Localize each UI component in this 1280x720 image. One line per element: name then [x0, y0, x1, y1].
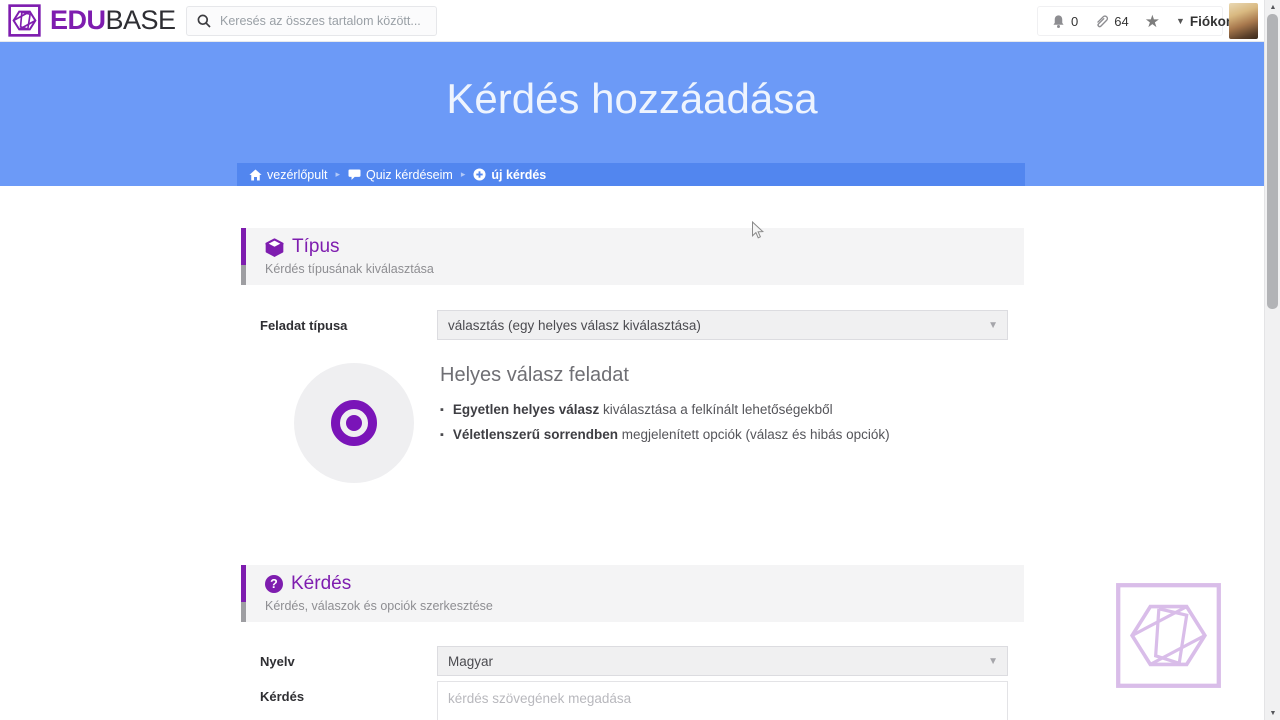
breadcrumb-label: Quiz kérdéseim [365, 167, 453, 182]
section-subtitle: Kérdés típusának kiválasztása [265, 262, 434, 276]
brand-wordmark[interactable]: EDUBASE [50, 5, 176, 36]
language-label: Nyelv [260, 654, 295, 669]
brand-base: BASE [105, 5, 177, 35]
section-title: Típus [292, 236, 340, 257]
breadcrumb-label: vezérlőpult [267, 167, 328, 182]
page-scrollbar: ▲ ▼ [1264, 0, 1280, 720]
select-caret-icon: ▼ [988, 655, 998, 667]
type-info: Helyes válasz feladat Egyetlen helyes vá… [241, 363, 1024, 483]
scrollbar-down-arrow[interactable]: ▼ [1265, 707, 1280, 719]
task-type-value: választás (egy helyes válasz kiválasztás… [448, 317, 701, 333]
brand-edu: EDU [50, 5, 106, 35]
app-header: EDUBASE 0 64 ★ ▼ Fiókom [0, 0, 1264, 42]
section-subtitle: Kérdés, válaszok és opciók szerkesztése [265, 599, 493, 613]
select-caret-icon: ▼ [988, 319, 998, 331]
global-search [186, 6, 437, 36]
page-title: Kérdés hozzáadása [446, 75, 818, 122]
header-nav-group: 0 64 ★ ▼ Fiókom [1037, 6, 1238, 36]
task-type-select[interactable]: választás (egy helyes válasz kiválasztás… [437, 310, 1008, 340]
breadcrumb: vezérlőpult ▸ Quiz kérdéseim ▸ új kérdés [237, 163, 1025, 186]
breadcrumb-dashboard[interactable]: vezérlőpult [249, 168, 327, 182]
edubase-watermark-logo [1116, 583, 1221, 688]
scrollbar-thumb[interactable] [1267, 14, 1278, 309]
language-select[interactable]: Magyar ▼ [437, 646, 1008, 676]
plus-circle-icon [473, 168, 486, 181]
section-title: Kérdés [291, 573, 352, 594]
star-icon: ★ [1144, 11, 1160, 31]
section-type: Típus Kérdés típusának kiválasztása Fela… [241, 228, 1024, 483]
breadcrumb-label: új kérdés [491, 167, 547, 182]
language-value: Magyar [448, 653, 494, 669]
comment-icon [348, 168, 361, 180]
type-info-title: Helyes válasz feladat [440, 364, 629, 386]
section-edge-gray [241, 602, 246, 622]
edubase-logo-icon[interactable] [8, 4, 41, 37]
type-illustration [294, 363, 414, 483]
list-item: Véletlenszerű sorrendben megjelenített o… [440, 427, 890, 442]
notifications-count: 0 [1071, 13, 1079, 29]
breadcrumb-quiz-questions[interactable]: Quiz kérdéseim [348, 168, 453, 182]
cube-icon [265, 237, 284, 257]
attachments-button[interactable]: 64 [1094, 13, 1129, 29]
section-edge-accent [241, 228, 246, 265]
caret-down-icon: ▼ [1175, 15, 1185, 26]
chevron-right-icon: ▸ [460, 169, 466, 179]
section-edge-accent [241, 565, 246, 602]
hero-banner: Kérdés hozzáadása vezérlőpult ▸ Quiz kér… [0, 42, 1264, 186]
task-type-label: Feladat típusa [260, 318, 348, 333]
attachments-count: 64 [1114, 13, 1129, 29]
question-text-input[interactable] [437, 681, 1008, 720]
dot-circle-icon [331, 400, 377, 446]
bell-icon [1053, 14, 1064, 28]
favorites-button[interactable]: ★ [1145, 13, 1160, 30]
search-input[interactable] [220, 14, 426, 28]
avatar[interactable] [1229, 3, 1258, 39]
question-label: Kérdés [260, 689, 305, 704]
section-edge-gray [241, 265, 246, 285]
section-question-header: ? Kérdés Kérdés, válaszok és opciók szer… [241, 565, 1024, 622]
section-question: ? Kérdés Kérdés, válaszok és opciók szer… [241, 565, 1024, 720]
paperclip-icon [1097, 14, 1109, 27]
scrollbar-up-arrow[interactable]: ▲ [1265, 1, 1280, 13]
question-circle-icon: ? [265, 575, 283, 593]
list-item: Egyetlen helyes válasz kiválasztása a fe… [440, 402, 890, 417]
breadcrumb-new-question[interactable]: új kérdés [473, 168, 546, 182]
notifications-button[interactable]: 0 [1051, 14, 1078, 29]
section-type-header: Típus Kérdés típusának kiválasztása [241, 228, 1024, 285]
home-icon [249, 168, 262, 181]
chevron-right-icon: ▸ [335, 169, 340, 179]
search-icon [197, 14, 211, 28]
type-info-bullets: Egyetlen helyes válasz kiválasztása a fe… [440, 402, 890, 442]
